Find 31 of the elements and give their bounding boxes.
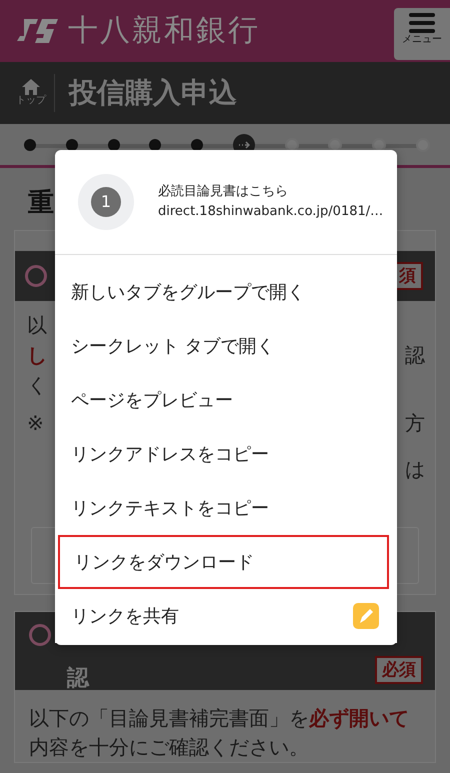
menu-item[interactable]: リンクを共有 — [55, 589, 397, 643]
menu-item[interactable]: シークレット タブで開く — [55, 319, 397, 373]
favicon-icon: 1 — [78, 174, 134, 230]
pencil-icon — [353, 603, 379, 629]
body-text: は — [405, 456, 425, 483]
bank-logo-text: 十八親和銀行 — [68, 16, 260, 46]
home-button[interactable]: トップ — [8, 79, 54, 107]
section-title: 認 — [67, 668, 89, 690]
menu-button[interactable]: メニュー — [394, 8, 450, 60]
link-url: direct.18shinwabank.co.jp/0181/… — [158, 203, 384, 221]
body-text: 以下の「目論見書補完書面」を必ず開いて内容を十分にご確認ください。 — [28, 705, 410, 761]
menu-item[interactable]: ページをプレビュー — [55, 373, 397, 427]
body-text: ※ — [27, 410, 45, 437]
body-text: 方 — [405, 410, 425, 437]
link-title: 必読目論見書はこちら — [158, 183, 289, 201]
menu-item[interactable]: リンクアドレスをコピー — [55, 427, 397, 481]
page-title: 投信購入申込 — [69, 76, 237, 110]
circle-icon — [29, 624, 51, 646]
menu-item[interactable]: リンクテキストをコピー — [55, 481, 397, 535]
body-text: 認 — [405, 342, 425, 369]
body-text: 以 — [27, 312, 47, 339]
menu-icon — [409, 12, 435, 34]
body-text: く — [27, 372, 47, 399]
body-text: し — [27, 342, 47, 369]
home-icon — [22, 79, 40, 95]
circle-icon — [25, 265, 47, 287]
logo-icon — [16, 17, 60, 45]
required-badge: 必須 — [375, 656, 423, 684]
menu-item[interactable]: 新しいタブをグループで開く — [55, 265, 397, 319]
menu-item[interactable]: リンクをダウンロード — [58, 535, 389, 589]
section-heading: 重 — [28, 190, 54, 216]
